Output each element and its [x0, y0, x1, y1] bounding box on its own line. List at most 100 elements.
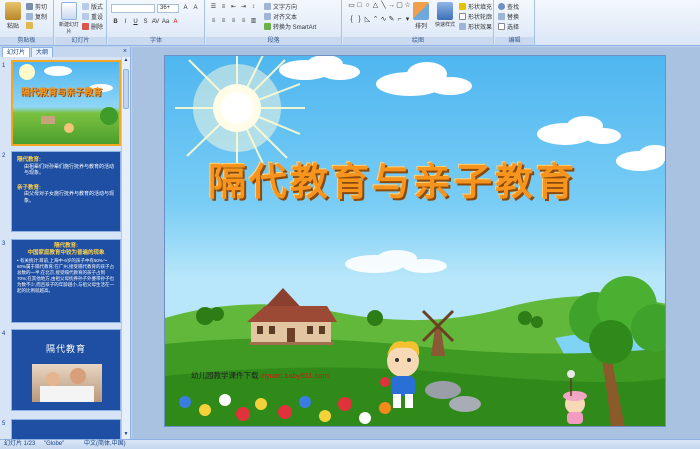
- select-button[interactable]: 选择: [498, 22, 519, 31]
- font-group: 36+ AA B I U S AV Aa A 字体: [108, 0, 205, 46]
- bold-button[interactable]: B: [111, 18, 120, 27]
- layout-icon: [82, 3, 89, 10]
- paste-button[interactable]: 粘贴: [2, 2, 24, 30]
- paragraph-group: ☰ ≡ ⇤ ⇥ ↕ ≡ ≡ ≡ ≡ ▥ 文字方向 对齐文本 转换为 SmartArt 段落: [206, 0, 342, 46]
- slide-number: 3: [2, 241, 6, 247]
- house-icon: [247, 288, 337, 345]
- quick-styles-icon: [437, 2, 453, 20]
- shrink-font-button[interactable]: A: [191, 4, 200, 13]
- slides-group: 新建幻灯片 版式 重设 删除 幻灯片: [55, 0, 107, 46]
- bullets-button[interactable]: ☰: [209, 3, 218, 12]
- slide-position-status: 幻灯片 1/23: [4, 441, 36, 447]
- brace-shape-icon[interactable]: {: [348, 16, 355, 23]
- clipboard-group: 粘贴 剪切 复制 剪贴板: [0, 0, 54, 46]
- delete-icon: [82, 23, 89, 30]
- shapes-gallery[interactable]: ▭ □ ○ △ ╲ → ▢ ☆ {} ◺ ⌃ ∿ ✎ ⌐ ▾: [348, 2, 410, 28]
- align-center-button[interactable]: ≡: [219, 17, 228, 26]
- family-photo-image: [32, 364, 102, 402]
- font-color-button[interactable]: A: [171, 18, 180, 27]
- numbering-button[interactable]: ≡: [219, 3, 228, 12]
- rectangle-shape-icon[interactable]: □: [356, 2, 363, 9]
- theme-status: "Globe": [44, 441, 65, 447]
- strikethrough-button[interactable]: S: [141, 18, 150, 27]
- cloud-icon: [616, 145, 665, 171]
- rounded-rect-shape-icon[interactable]: ▢: [396, 2, 403, 9]
- slide-thumbnail-1[interactable]: 隔代教育与亲子教育: [11, 60, 121, 146]
- shape-fill-button[interactable]: 形状填充: [459, 2, 492, 11]
- close-pane-button[interactable]: ×: [123, 47, 127, 57]
- right-triangle-shape-icon[interactable]: ◺: [364, 16, 371, 23]
- elbow-shape-icon[interactable]: ⌐: [396, 16, 403, 23]
- char-spacing-button[interactable]: AV: [151, 18, 160, 27]
- editing-group: 查找 替换 选择 编辑: [495, 0, 535, 46]
- format-painter-button[interactable]: [26, 22, 33, 29]
- layout-button[interactable]: 版式: [82, 2, 103, 11]
- thumb-3-subheading: 中国家庭教育中较为普遍的现象: [27, 249, 105, 256]
- ribbon: 粘贴 剪切 复制 剪贴板 新建幻灯片 版式 重设 删除 幻灯片 36+ AA B…: [0, 0, 700, 46]
- find-button[interactable]: 查找: [498, 2, 519, 11]
- font-name-combo[interactable]: [111, 4, 155, 13]
- text-direction-button[interactable]: 文字方向: [264, 2, 297, 11]
- tab-slides[interactable]: 幻灯片: [2, 47, 31, 57]
- slide-thumbnail-5[interactable]: [11, 419, 121, 439]
- arrange-icon: [413, 2, 429, 20]
- align-right-button[interactable]: ≡: [229, 17, 238, 26]
- tab-outline[interactable]: 大纲: [31, 47, 54, 57]
- chevron-shape-icon[interactable]: ⌃: [372, 16, 379, 23]
- language-status[interactable]: 中文(简体,中国): [84, 440, 126, 449]
- scroll-up-icon[interactable]: ▲: [122, 57, 130, 65]
- smartart-button[interactable]: 转换为 SmartArt: [264, 22, 316, 31]
- delete-button[interactable]: 删除: [82, 22, 103, 31]
- arrow-shape-icon[interactable]: →: [388, 2, 395, 9]
- slides-pane: 幻灯片 大纲 × ▲ ▼ 1 隔代教育与亲子教育 2 隔代教育: 由祖辈们对孙辈…: [0, 47, 131, 439]
- align-text-button[interactable]: 对齐文本: [264, 12, 297, 21]
- slide-thumbnail-2[interactable]: 隔代教育: 由祖辈们对孙辈们施行抚养与教育的活动与现象。 亲子教育: 由父母对子…: [11, 151, 121, 232]
- replace-button[interactable]: 替换: [498, 12, 519, 21]
- change-case-button[interactable]: Aa: [161, 18, 170, 27]
- slide-number: 1: [2, 63, 6, 69]
- grow-font-button[interactable]: A: [181, 4, 190, 13]
- oval-shape-icon[interactable]: ○: [364, 2, 371, 9]
- bracket-shape-icon[interactable]: }: [356, 16, 363, 23]
- arrange-button[interactable]: 排列: [410, 2, 432, 30]
- justify-button[interactable]: ≡: [239, 17, 248, 26]
- increase-indent-button[interactable]: ⇥: [239, 3, 248, 12]
- freeform-shape-icon[interactable]: ✎: [388, 16, 395, 23]
- underline-button[interactable]: U: [131, 18, 140, 27]
- pane-scrollbar[interactable]: ▲ ▼: [121, 57, 130, 439]
- tree-icon: [100, 107, 118, 125]
- new-slide-button[interactable]: 新建幻灯片: [57, 2, 81, 35]
- line-spacing-button[interactable]: ↕: [249, 3, 258, 12]
- quick-styles-button[interactable]: 快速样式: [433, 2, 457, 28]
- fill-bucket-icon: [459, 3, 466, 10]
- paste-icon: [5, 2, 21, 20]
- current-slide[interactable]: 隔代教育与亲子教育 幼儿园教学课件下载 ziyuan.baby611.com: [164, 55, 666, 427]
- scroll-down-icon[interactable]: ▼: [122, 431, 130, 439]
- slide-thumbnail-4[interactable]: 隔代教育: [11, 329, 121, 411]
- cut-button[interactable]: 剪切: [26, 2, 47, 11]
- cloud-icon: [376, 62, 472, 96]
- columns-button[interactable]: ▥: [249, 17, 258, 26]
- font-size-combo[interactable]: 36+: [157, 4, 179, 13]
- align-text-icon: [264, 13, 271, 20]
- new-slide-icon: [61, 2, 77, 20]
- cloud-icon: [44, 66, 72, 76]
- watermark-text: 幼儿园教学课件下载 ziyuan.baby611.com: [191, 371, 329, 380]
- align-left-button[interactable]: ≡: [209, 17, 218, 26]
- slide-thumbnail-3[interactable]: 隔代教育: 中国家庭教育中较为普遍的现象 • 有关统计:目前,上海中-6岁的孩子…: [11, 239, 121, 323]
- shape-outline-button[interactable]: 形状轮廓: [459, 12, 492, 21]
- slide-title[interactable]: 隔代教育与亲子教育: [208, 151, 577, 206]
- shape-effects-button[interactable]: 形状效果: [459, 22, 492, 31]
- slide-number: 4: [2, 331, 6, 337]
- italic-button[interactable]: I: [121, 18, 130, 27]
- paragraph-group-label: 段落: [206, 37, 341, 45]
- replace-icon: [498, 13, 505, 20]
- triangle-shape-icon[interactable]: △: [372, 2, 379, 9]
- copy-button[interactable]: 复制: [26, 12, 47, 21]
- textbox-shape-icon[interactable]: ▭: [348, 2, 355, 9]
- scroll-thumb[interactable]: [123, 69, 129, 109]
- decrease-indent-button[interactable]: ⇤: [229, 3, 238, 12]
- curve-shape-icon[interactable]: ∿: [380, 16, 387, 23]
- line-shape-icon[interactable]: ╲: [380, 2, 387, 9]
- reset-button[interactable]: 重设: [82, 12, 103, 21]
